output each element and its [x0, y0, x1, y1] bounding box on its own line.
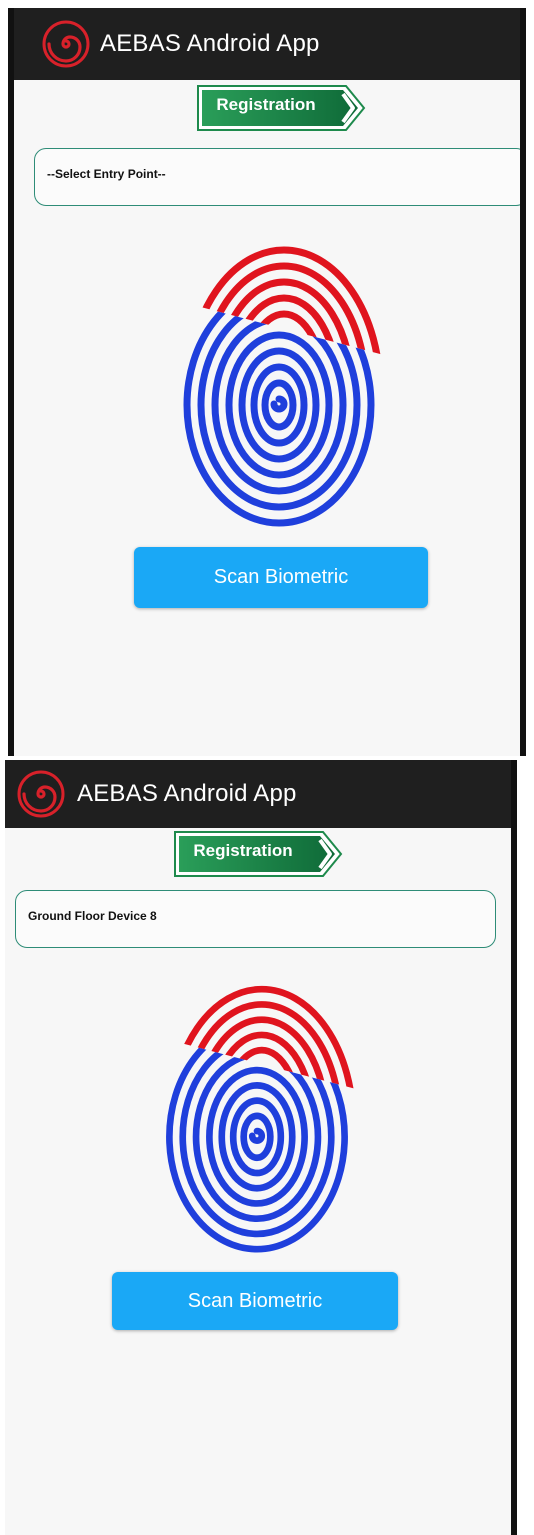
app-screen-1: AEBAS Android App Registration --Select …: [8, 8, 526, 756]
app-title: AEBAS Android App: [77, 780, 297, 807]
entry-point-select[interactable]: --Select Entry Point--: [34, 148, 520, 206]
scan-biometric-button[interactable]: Scan Biometric: [112, 1272, 398, 1330]
spiral-logo-icon: [42, 20, 90, 68]
registration-label: Registration: [216, 95, 316, 114]
registration-badge[interactable]: Registration: [173, 830, 343, 878]
scan-biometric-button[interactable]: Scan Biometric: [134, 547, 428, 608]
app-screen-2: AEBAS Android App Registration Ground Fl…: [5, 760, 517, 1535]
entry-point-value: --Select Entry Point--: [47, 167, 166, 181]
registration-label: Registration: [193, 841, 293, 860]
registration-badge[interactable]: Registration: [196, 84, 366, 132]
app-title: AEBAS Android App: [100, 30, 320, 57]
fingerprint-icon: [183, 246, 384, 527]
app-bar: AEBAS Android App: [5, 760, 511, 828]
entry-point-select[interactable]: Ground Floor Device 8: [15, 890, 496, 948]
app-bar: AEBAS Android App: [14, 8, 520, 80]
spiral-logo-icon: [17, 770, 65, 818]
fingerprint-icon: [166, 985, 357, 1253]
entry-point-value: Ground Floor Device 8: [28, 909, 157, 923]
